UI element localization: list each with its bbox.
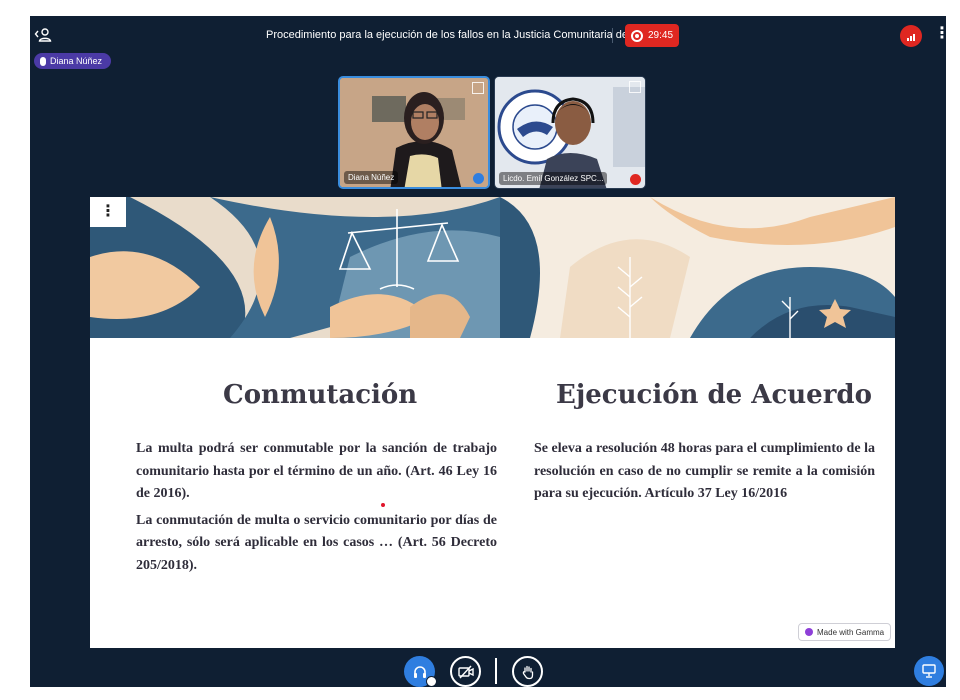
video-participant-name: Licdo. Emil González SPC... xyxy=(499,172,608,185)
title-separator xyxy=(612,28,613,43)
meeting-title-text: Procedimiento para la ejecución de los f… xyxy=(266,29,650,41)
camera-off-icon xyxy=(457,665,474,678)
presentation-slide: ⋮ Conmutación Ejecución de Acuerdo La mu… xyxy=(90,197,895,648)
left-paragraph: La multa podrá ser conmutable por la san… xyxy=(136,441,497,501)
options-menu-icon[interactable]: ⋮ xyxy=(934,26,946,42)
controls-separator xyxy=(495,658,497,684)
left-column: La multa podrá ser conmutable por la san… xyxy=(136,438,497,581)
presentation-toggle-button[interactable] xyxy=(914,656,944,686)
conference-window: Procedimiento para la ejecución de los f… xyxy=(30,16,946,687)
talking-indicator-name: Diana Núñez xyxy=(50,56,103,66)
slide-banner-illustration xyxy=(90,197,895,338)
recording-time: 29:45 xyxy=(648,30,674,41)
slide-options-icon[interactable]: ⋮ xyxy=(90,197,126,227)
recording-indicator[interactable]: 29:45 xyxy=(625,24,679,47)
talking-indicator: Diana Núñez xyxy=(34,53,112,69)
expand-icon[interactable] xyxy=(472,82,484,94)
presenter-pointer xyxy=(381,503,385,507)
expand-icon[interactable] xyxy=(629,81,641,93)
left-heading: Conmutación xyxy=(223,380,418,410)
hand-icon xyxy=(522,665,533,679)
mic-on-icon xyxy=(473,173,484,184)
made-with-gamma-badge[interactable]: Made with Gamma xyxy=(798,623,892,641)
camera-toggle-button[interactable] xyxy=(450,656,481,687)
record-icon xyxy=(631,29,643,42)
video-tile[interactable]: Licdo. Emil González SPC... xyxy=(494,76,646,189)
audio-settings-chevron-icon[interactable] xyxy=(426,676,437,687)
mic-muted-icon xyxy=(630,174,641,185)
headphones-icon xyxy=(413,665,426,678)
left-paragraph: La conmutación de multa o servicio comun… xyxy=(136,512,497,573)
connection-status-icon[interactable] xyxy=(900,25,922,47)
meeting-title: Procedimiento para la ejecución de los f… xyxy=(30,29,946,41)
gamma-badge-text: Made with Gamma xyxy=(817,627,885,637)
video-participant-name: Diana Núñez xyxy=(344,171,399,184)
video-tile[interactable]: Diana Núñez xyxy=(338,76,490,189)
raise-hand-button[interactable] xyxy=(512,656,543,687)
gamma-logo-icon xyxy=(805,628,813,636)
mic-icon xyxy=(40,56,46,66)
right-paragraph: Se eleva a resolución 48 horas para el c… xyxy=(534,441,875,501)
presentation-icon xyxy=(922,664,936,678)
right-column: Se eleva a resolución 48 horas para el c… xyxy=(534,438,875,510)
right-heading: Ejecución de Acuerdo xyxy=(556,380,872,410)
